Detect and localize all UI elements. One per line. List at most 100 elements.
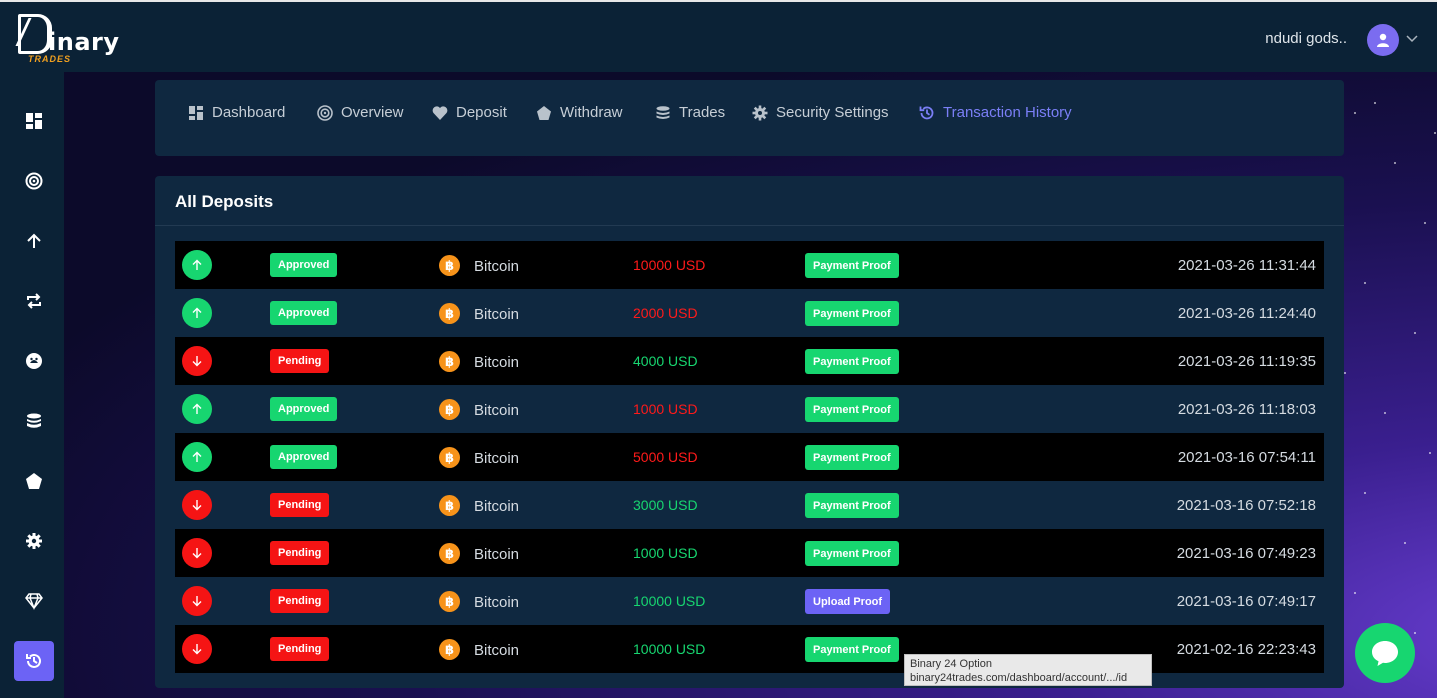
- sidebar-item-transfer[interactable]: [14, 281, 54, 321]
- payment-proof-button[interactable]: Payment Proof: [805, 541, 899, 566]
- sidebar-item-withdraw[interactable]: [14, 461, 54, 501]
- arrow-down-icon: [192, 500, 202, 511]
- sidebar-item-plans[interactable]: [14, 581, 54, 621]
- amount: 1000 USD: [633, 401, 698, 417]
- chat-bubble-icon: [1372, 641, 1398, 666]
- direction-down-indicator: [182, 538, 212, 568]
- chat-button[interactable]: [1355, 623, 1415, 683]
- tab-label: Overview: [341, 104, 404, 121]
- tab-transaction-history[interactable]: Transaction History: [919, 104, 1072, 121]
- tab-dashboard[interactable]: Dashboard: [188, 104, 285, 121]
- dashboard-icon: [189, 105, 203, 120]
- bitcoin-icon: ฿: [439, 447, 460, 468]
- amount: 1000 USD: [633, 545, 698, 561]
- tab-security-settings[interactable]: Security Settings: [752, 104, 889, 121]
- bitcoin-icon: ฿: [439, 543, 460, 564]
- bitcoin-icon: ฿: [439, 399, 460, 420]
- brand-sub: TRADES: [28, 54, 72, 64]
- star: [1414, 632, 1416, 634]
- target-icon: [317, 104, 333, 121]
- star: [1429, 452, 1431, 454]
- sidebar-item-overview[interactable]: [14, 161, 54, 201]
- amount: 3000 USD: [633, 497, 698, 513]
- direction-down-indicator: [182, 490, 212, 520]
- amount: 2000 USD: [633, 305, 698, 321]
- table-row: Pending ฿ Bitcoin 3000 USD Payment Proof 2021…: [175, 481, 1324, 529]
- tooltip-title: Binary 24 Option: [910, 658, 992, 670]
- gear-icon: [752, 105, 768, 120]
- sidebar-item-dashboard[interactable]: [14, 101, 54, 141]
- sidebar-item-trades[interactable]: [14, 401, 54, 441]
- arrow-up-icon: [192, 451, 202, 462]
- sidebar-item-mood[interactable]: [14, 341, 54, 381]
- payment-proof-button[interactable]: Payment Proof: [805, 253, 899, 278]
- date: 2021-02-16 22:23:43: [1176, 641, 1316, 658]
- coin-name: Bitcoin: [474, 354, 520, 371]
- bitcoin-icon: ฿: [439, 591, 460, 612]
- payment-proof-button[interactable]: Payment Proof: [805, 349, 899, 374]
- deposits-list: Approved ฿ Bitcoin 10000 USD Payment Proof 20…: [175, 241, 1324, 673]
- coin-name: Bitcoin: [474, 594, 520, 611]
- upload-proof-button[interactable]: Upload Proof: [805, 589, 891, 614]
- date: 2021-03-16 07:52:18: [1176, 497, 1316, 514]
- star: [1384, 412, 1386, 414]
- star: [1344, 372, 1346, 374]
- chevron-down-icon[interactable]: [1406, 32, 1418, 44]
- tab-label: Dashboard: [212, 104, 286, 121]
- avatar[interactable]: [1367, 24, 1399, 56]
- amount: 4000 USD: [633, 353, 698, 369]
- coin-name: Bitcoin: [474, 546, 520, 563]
- database-icon: [656, 105, 670, 119]
- arrow-up-icon: [27, 233, 41, 248]
- direction-up-indicator: [182, 394, 212, 424]
- payment-proof-button[interactable]: Payment Proof: [805, 637, 899, 662]
- gear-icon: [26, 533, 42, 549]
- target-icon: [25, 172, 43, 190]
- tab-withdraw[interactable]: Withdraw: [536, 104, 623, 121]
- star: [1414, 332, 1416, 334]
- star: [1404, 542, 1406, 544]
- tab-label: Withdraw: [560, 104, 623, 121]
- pentagon-icon: [26, 473, 42, 489]
- table-row: Approved ฿ Bitcoin 10000 USD Payment Proof 20…: [175, 241, 1324, 289]
- star: [1364, 492, 1366, 494]
- payment-proof-button[interactable]: Payment Proof: [805, 493, 899, 518]
- date: 2021-03-16 07:49:17: [1176, 593, 1316, 610]
- coin-name: Bitcoin: [474, 498, 520, 515]
- bitcoin-icon: ฿: [439, 351, 460, 372]
- top-bar: inary TRADES ndudi gods..: [0, 0, 1437, 72]
- amount: 10000 USD: [633, 641, 706, 657]
- star: [1424, 222, 1426, 224]
- star: [1374, 102, 1376, 104]
- status-badge: Pending: [270, 637, 330, 661]
- payment-proof-button[interactable]: Payment Proof: [805, 301, 899, 326]
- tab-label: Transaction History: [943, 104, 1072, 121]
- sidebar-item-settings[interactable]: [14, 521, 54, 561]
- sidebar-item-history[interactable]: [14, 641, 54, 681]
- user-name[interactable]: ndudi gods..: [1265, 30, 1347, 47]
- arrow-up-icon: [192, 259, 202, 270]
- tab-deposit[interactable]: Deposit: [432, 104, 507, 121]
- table-row: Pending ฿ Bitcoin 10000 USD Upload Proof 2021…: [175, 577, 1324, 625]
- star: [1394, 162, 1396, 164]
- history-icon: [919, 106, 934, 119]
- tab-label: Deposit: [456, 104, 507, 121]
- sidebar-item-upload[interactable]: [14, 221, 54, 261]
- link-tooltip: Binary 24 Option binary24trades.com/dash…: [904, 654, 1152, 686]
- tab-trades[interactable]: Trades: [655, 104, 725, 121]
- status-badge: Approved: [270, 445, 338, 469]
- coin-name: Bitcoin: [474, 450, 520, 467]
- table-row: Pending ฿ Bitcoin 4000 USD Payment Proof 2021…: [175, 337, 1324, 385]
- payment-proof-button[interactable]: Payment Proof: [805, 397, 899, 422]
- coin-name: Bitcoin: [474, 402, 520, 419]
- payment-proof-button[interactable]: Payment Proof: [805, 445, 899, 470]
- coin-name: Bitcoin: [474, 258, 520, 275]
- database-icon: [27, 413, 41, 428]
- brand-name: inary: [48, 28, 120, 56]
- amount: 10000 USD: [633, 257, 706, 273]
- pentagon-icon: [537, 105, 551, 120]
- star: [1354, 592, 1356, 594]
- brand-logo[interactable]: inary TRADES: [15, 14, 128, 64]
- tab-overview[interactable]: Overview: [317, 104, 404, 121]
- arrow-down-icon: [192, 356, 202, 367]
